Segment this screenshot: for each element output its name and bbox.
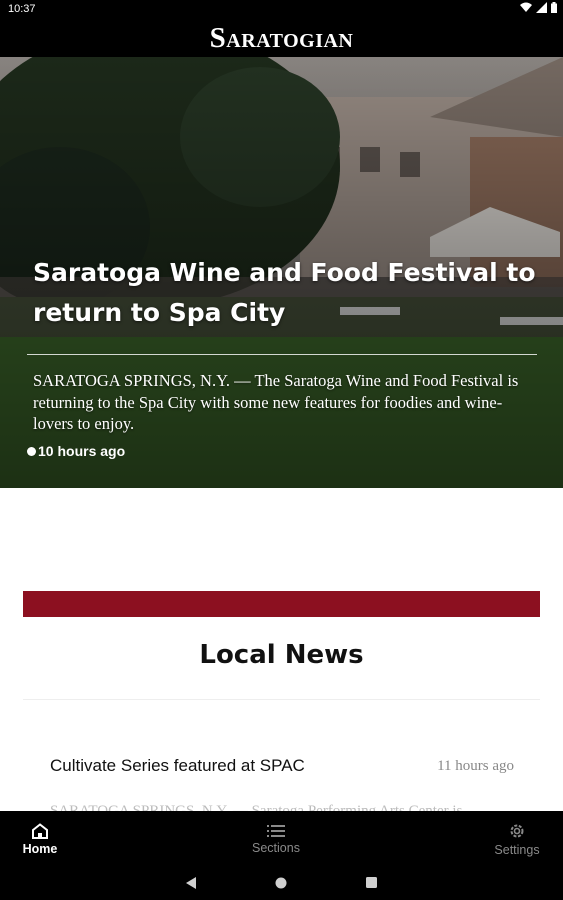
hero-timestamp: 10 hours ago	[27, 443, 125, 459]
recents-icon[interactable]	[366, 877, 377, 888]
list-icon	[267, 824, 285, 837]
home-circle-icon[interactable]	[275, 877, 287, 889]
nav-settings[interactable]: Settings	[485, 811, 549, 867]
status-bar: 10:37	[0, 0, 563, 18]
hero-divider	[27, 354, 537, 355]
article-time: 11 hours ago	[437, 758, 514, 774]
section-title: Local News	[199, 640, 364, 670]
battery-icon	[551, 2, 557, 13]
nav-home[interactable]: Home	[10, 811, 70, 867]
bottom-nav: Home Sections Settings	[0, 811, 563, 867]
cell-signal-icon	[536, 2, 547, 13]
nav-home-label: Home	[22, 841, 58, 856]
hero-story[interactable]: Saratoga Wine and Food Festival to retur…	[0, 57, 563, 488]
saratogian-logo: Saratogian	[209, 22, 354, 54]
nav-sections[interactable]: Sections	[241, 811, 311, 867]
nav-settings-label: Settings	[494, 842, 540, 857]
section-accent-band	[23, 591, 540, 617]
status-time: 10:37	[8, 3, 36, 15]
dot-icon	[27, 446, 36, 456]
app-header: Saratogian	[0, 18, 563, 57]
back-icon[interactable]	[185, 876, 197, 890]
status-icons	[520, 2, 557, 13]
hero-title[interactable]: Saratoga Wine and Food Festival to retur…	[33, 253, 538, 333]
nav-sections-label: Sections	[252, 840, 300, 855]
home-icon	[32, 822, 48, 839]
section-divider	[23, 699, 540, 700]
article-title[interactable]: Cultivate Series featured at SPAC	[50, 756, 305, 776]
wifi-icon	[520, 2, 532, 12]
gear-icon	[510, 824, 524, 837]
hero-summary: SARATOGA SPRINGS, N.Y. — The Saratoga Wi…	[33, 371, 519, 433]
hero-time-text: 10 hours ago	[38, 443, 126, 459]
system-nav-bar	[0, 867, 563, 900]
